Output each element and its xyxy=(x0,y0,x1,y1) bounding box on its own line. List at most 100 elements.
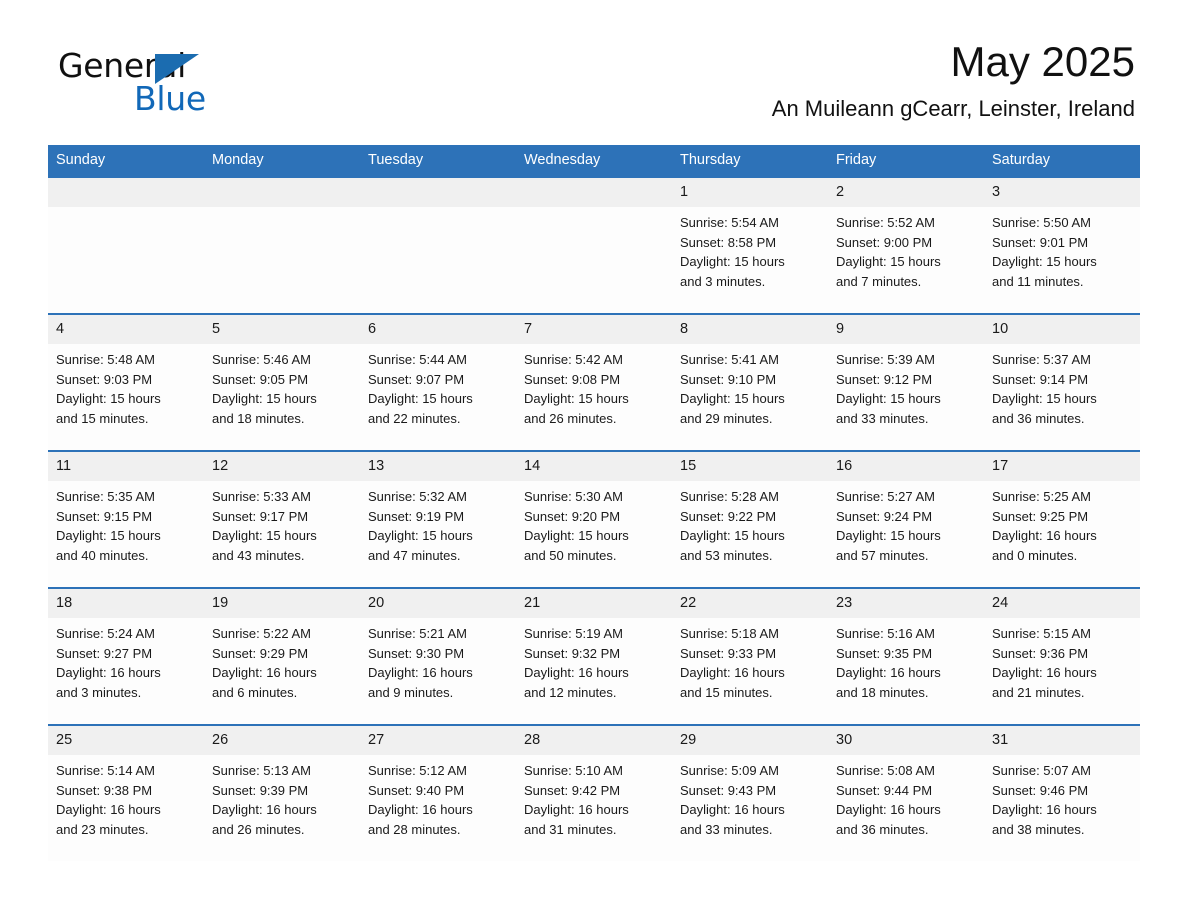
day-details: Sunrise: 5:21 AM Sunset: 9:30 PM Daylight:… xyxy=(360,618,516,702)
day-details: Sunrise: 5:46 AM Sunset: 9:05 PM Daylight:… xyxy=(204,344,360,428)
day-details: Sunrise: 5:24 AM Sunset: 9:27 PM Daylight:… xyxy=(48,618,204,702)
calendar-page: General Blue May 2025 An Muileann gCearr… xyxy=(0,0,1188,918)
day-number xyxy=(204,178,360,207)
daylight-text-line1: Daylight: 16 hours xyxy=(524,802,629,817)
daylight-text-line1: Daylight: 16 hours xyxy=(368,802,473,817)
day-details: Sunrise: 5:42 AM Sunset: 9:08 PM Daylight:… xyxy=(516,344,672,428)
sunrise-text: Sunrise: 5:15 AM xyxy=(992,626,1091,641)
daylight-text-line1: Daylight: 16 hours xyxy=(680,802,785,817)
sunset-text: Sunset: 9:03 PM xyxy=(56,371,153,387)
day-details: Sunrise: 5:44 AM Sunset: 9:07 PM Daylight:… xyxy=(360,344,516,428)
daylight-text-line2: and 26 minutes. xyxy=(524,410,617,426)
day-details: Sunrise: 5:48 AM Sunset: 9:03 PM Daylight:… xyxy=(48,344,204,428)
sunrise-text: Sunrise: 5:21 AM xyxy=(368,626,467,641)
page-title: May 2025 xyxy=(950,38,1135,85)
calendar-day-cell[interactable]: 12 Sunrise: 5:33 AM Sunset: 9:17 PM Dayligh… xyxy=(204,450,360,588)
calendar-day-cell[interactable]: 7 Sunrise: 5:42 AM Sunset: 9:08 PM Daylight… xyxy=(516,313,672,451)
day-details: Sunrise: 5:15 AM Sunset: 9:36 PM Daylight:… xyxy=(984,618,1140,702)
calendar-day-cell[interactable]: 16 Sunrise: 5:27 AM Sunset: 9:24 PM Dayligh… xyxy=(828,450,984,588)
calendar-week-row: 1 Sunrise: 5:54 AM Sunset: 8:58 PM Daylight… xyxy=(48,176,1140,314)
day-number: 10 xyxy=(984,315,1140,344)
calendar-day-cell[interactable]: 17 Sunrise: 5:25 AM Sunset: 9:25 PM Dayligh… xyxy=(984,450,1140,588)
sunrise-sunset-calendar: Sunday Monday Tuesday Wednesday Thursday… xyxy=(48,145,1140,861)
day-number: 9 xyxy=(828,315,984,344)
calendar-day-cell[interactable]: 22 Sunrise: 5:18 AM Sunset: 9:33 PM Dayligh… xyxy=(672,587,828,725)
sunset-text: Sunset: 9:44 PM xyxy=(836,782,933,798)
day-details: Sunrise: 5:41 AM Sunset: 9:10 PM Daylight:… xyxy=(672,344,828,428)
sunrise-text: Sunrise: 5:28 AM xyxy=(680,489,779,504)
calendar-day-cell[interactable]: 29 Sunrise: 5:09 AM Sunset: 9:43 PM Dayligh… xyxy=(672,724,828,861)
calendar-cell-empty xyxy=(360,176,516,314)
sunrise-text: Sunrise: 5:18 AM xyxy=(680,626,779,641)
daylight-text-line1: Daylight: 15 hours xyxy=(524,391,629,406)
sunset-text: Sunset: 9:10 PM xyxy=(680,371,777,387)
sunrise-text: Sunrise: 5:42 AM xyxy=(524,352,623,367)
calendar-day-cell[interactable]: 2 Sunrise: 5:52 AM Sunset: 9:00 PM Daylight… xyxy=(828,176,984,314)
calendar-day-cell[interactable]: 11 Sunrise: 5:35 AM Sunset: 9:15 PM Dayligh… xyxy=(48,450,204,588)
day-number: 19 xyxy=(204,589,360,618)
calendar-day-cell[interactable]: 23 Sunrise: 5:16 AM Sunset: 9:35 PM Dayligh… xyxy=(828,587,984,725)
location-subtitle: An Muileann gCearr, Leinster, Ireland xyxy=(771,96,1135,121)
day-number: 13 xyxy=(360,452,516,481)
day-number: 27 xyxy=(360,726,516,755)
sunset-text: Sunset: 9:01 PM xyxy=(992,234,1089,250)
calendar-day-cell[interactable]: 6 Sunrise: 5:44 AM Sunset: 9:07 PM Daylight… xyxy=(360,313,516,451)
daylight-text-line1: Daylight: 16 hours xyxy=(836,665,941,680)
day-details: Sunrise: 5:35 AM Sunset: 9:15 PM Daylight:… xyxy=(48,481,204,565)
day-details: Sunrise: 5:13 AM Sunset: 9:39 PM Daylight:… xyxy=(204,755,360,839)
calendar-day-cell[interactable]: 19 Sunrise: 5:22 AM Sunset: 9:29 PM Dayligh… xyxy=(204,587,360,725)
calendar-day-cell[interactable]: 24 Sunrise: 5:15 AM Sunset: 9:36 PM Dayligh… xyxy=(984,587,1140,725)
daylight-text-line1: Daylight: 16 hours xyxy=(992,528,1097,543)
sunrise-text: Sunrise: 5:07 AM xyxy=(992,763,1091,778)
weekday-header-wednesday: Wednesday xyxy=(516,145,672,177)
calendar-day-cell[interactable]: 30 Sunrise: 5:08 AM Sunset: 9:44 PM Dayligh… xyxy=(828,724,984,861)
day-details: Sunrise: 5:28 AM Sunset: 9:22 PM Daylight:… xyxy=(672,481,828,565)
daylight-text-line1: Daylight: 16 hours xyxy=(836,802,941,817)
day-number: 7 xyxy=(516,315,672,344)
sunset-text: Sunset: 9:12 PM xyxy=(836,371,933,387)
calendar-day-cell[interactable]: 18 Sunrise: 5:24 AM Sunset: 9:27 PM Dayligh… xyxy=(48,587,204,725)
calendar-day-cell[interactable]: 21 Sunrise: 5:19 AM Sunset: 9:32 PM Dayligh… xyxy=(516,587,672,725)
calendar-day-cell[interactable]: 13 Sunrise: 5:32 AM Sunset: 9:19 PM Dayligh… xyxy=(360,450,516,588)
calendar-day-cell[interactable]: 26 Sunrise: 5:13 AM Sunset: 9:39 PM Dayligh… xyxy=(204,724,360,861)
day-details: Sunrise: 5:09 AM Sunset: 9:43 PM Daylight:… xyxy=(672,755,828,839)
sunset-text: Sunset: 9:35 PM xyxy=(836,645,933,661)
daylight-text-line1: Daylight: 16 hours xyxy=(992,665,1097,680)
calendar-week-row: 4 Sunrise: 5:48 AM Sunset: 9:03 PM Daylight… xyxy=(48,313,1140,451)
daylight-text-line1: Daylight: 15 hours xyxy=(992,391,1097,406)
daylight-text-line2: and 11 minutes. xyxy=(992,273,1084,289)
daylight-text-line2: and 53 minutes. xyxy=(680,547,773,563)
calendar-day-cell[interactable]: 1 Sunrise: 5:54 AM Sunset: 8:58 PM Daylight… xyxy=(672,176,828,314)
sunrise-text: Sunrise: 5:50 AM xyxy=(992,215,1091,230)
day-details: Sunrise: 5:16 AM Sunset: 9:35 PM Daylight:… xyxy=(828,618,984,702)
calendar-day-cell[interactable]: 9 Sunrise: 5:39 AM Sunset: 9:12 PM Daylight… xyxy=(828,313,984,451)
general-blue-logo[interactable]: General Blue xyxy=(58,48,238,124)
calendar-day-cell[interactable]: 28 Sunrise: 5:10 AM Sunset: 9:42 PM Dayligh… xyxy=(516,724,672,861)
daylight-text-line1: Daylight: 16 hours xyxy=(56,802,161,817)
calendar-day-cell[interactable]: 14 Sunrise: 5:30 AM Sunset: 9:20 PM Dayligh… xyxy=(516,450,672,588)
sunset-text: Sunset: 9:30 PM xyxy=(368,645,465,661)
daylight-text-line2: and 31 minutes. xyxy=(524,821,617,837)
calendar-day-cell[interactable]: 10 Sunrise: 5:37 AM Sunset: 9:14 PM Dayligh… xyxy=(984,313,1140,451)
calendar-day-cell[interactable]: 27 Sunrise: 5:12 AM Sunset: 9:40 PM Dayligh… xyxy=(360,724,516,861)
sunset-text: Sunset: 9:36 PM xyxy=(992,645,1089,661)
sunrise-text: Sunrise: 5:25 AM xyxy=(992,489,1091,504)
daylight-text-line2: and 15 minutes. xyxy=(680,684,773,700)
sunrise-text: Sunrise: 5:09 AM xyxy=(680,763,779,778)
calendar-day-cell[interactable]: 31 Sunrise: 5:07 AM Sunset: 9:46 PM Dayligh… xyxy=(984,724,1140,861)
calendar-day-cell[interactable]: 3 Sunrise: 5:50 AM Sunset: 9:01 PM Daylight… xyxy=(984,176,1140,314)
calendar-day-cell[interactable]: 4 Sunrise: 5:48 AM Sunset: 9:03 PM Daylight… xyxy=(48,313,204,451)
calendar-day-cell[interactable]: 20 Sunrise: 5:21 AM Sunset: 9:30 PM Dayligh… xyxy=(360,587,516,725)
day-details: Sunrise: 5:32 AM Sunset: 9:19 PM Daylight:… xyxy=(360,481,516,565)
daylight-text-line2: and 3 minutes. xyxy=(680,273,766,289)
sunset-text: Sunset: 9:17 PM xyxy=(212,508,309,524)
sunset-text: Sunset: 9:25 PM xyxy=(992,508,1089,524)
weekday-header-thursday: Thursday xyxy=(672,145,828,177)
sunset-text: Sunset: 9:22 PM xyxy=(680,508,777,524)
daylight-text-line2: and 18 minutes. xyxy=(212,410,305,426)
calendar-day-cell[interactable]: 8 Sunrise: 5:41 AM Sunset: 9:10 PM Daylight… xyxy=(672,313,828,451)
calendar-day-cell[interactable]: 25 Sunrise: 5:14 AM Sunset: 9:38 PM Dayligh… xyxy=(48,724,204,861)
calendar-day-cell[interactable]: 15 Sunrise: 5:28 AM Sunset: 9:22 PM Dayligh… xyxy=(672,450,828,588)
day-details: Sunrise: 5:14 AM Sunset: 9:38 PM Daylight:… xyxy=(48,755,204,839)
calendar-day-cell[interactable]: 5 Sunrise: 5:46 AM Sunset: 9:05 PM Daylight… xyxy=(204,313,360,451)
